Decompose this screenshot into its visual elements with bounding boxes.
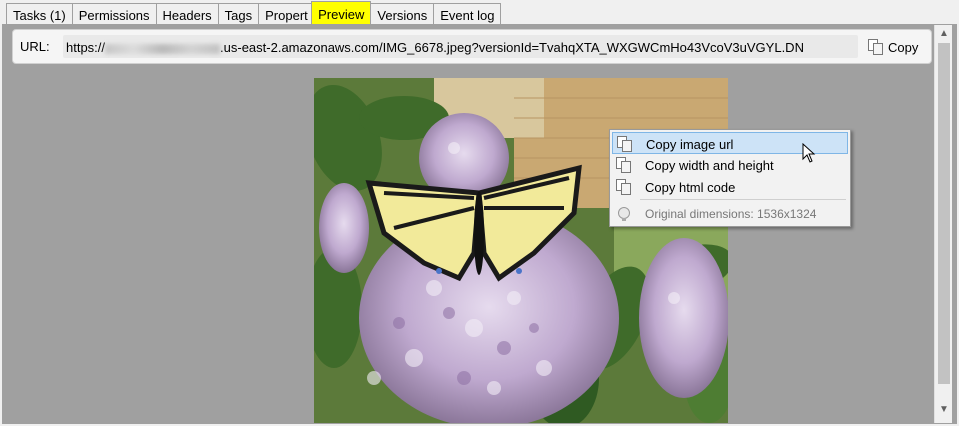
tab-event-log[interactable]: Event log [433,3,502,25]
mouse-cursor-icon [802,143,816,163]
tab-tasks[interactable]: Tasks (1) [6,3,73,25]
url-label: URL: [20,39,50,54]
vertical-scrollbar[interactable]: ▲ ▼ [934,25,952,423]
tab-properties[interactable]: Propert [258,3,313,25]
url-value: .us-east-2.amazonaws.com/IMG_6678.jpeg?v… [220,40,804,55]
copy-icon [617,136,633,152]
copy-icon [868,39,884,55]
url-prefix: https:// [66,40,106,55]
copy-icon [616,157,632,173]
original-dimensions-info: Original dimensions: 1536x1324 [612,203,848,225]
blurred-bucket-name [105,43,221,54]
menu-item-copy-html-code[interactable]: Copy html code [612,176,848,198]
copy-icon [616,179,632,195]
copy-button-label: Copy [888,39,919,55]
tab-versions[interactable]: Versions [370,3,435,25]
menu-separator [640,199,846,200]
scroll-up-arrow-icon[interactable]: ▲ [939,29,949,39]
tab-permissions[interactable]: Permissions [71,3,157,25]
tab-strip: Tasks (1) Permissions Headers Tags Prope… [6,1,502,25]
tab-headers[interactable]: Headers [155,3,219,25]
info-bulb-icon [618,207,630,221]
url-field[interactable]: https:// .us-east-2.amazonaws.com/IMG_667… [63,35,858,58]
menu-item-label: Copy html code [645,180,736,195]
original-dimensions-text: Original dimensions: 1536x1324 [645,207,817,221]
menu-item-label: Copy image url [646,137,734,152]
copy-url-button[interactable]: Copy [868,36,918,58]
scroll-thumb[interactable] [938,43,950,384]
scroll-down-arrow-icon[interactable]: ▼ [939,405,949,415]
tab-preview[interactable]: Preview [311,1,372,24]
menu-item-label: Copy width and height [645,158,774,173]
url-bar: URL: https:// .us-east-2.amazonaws.com/IM… [12,29,932,64]
tab-tags[interactable]: Tags [217,3,260,25]
